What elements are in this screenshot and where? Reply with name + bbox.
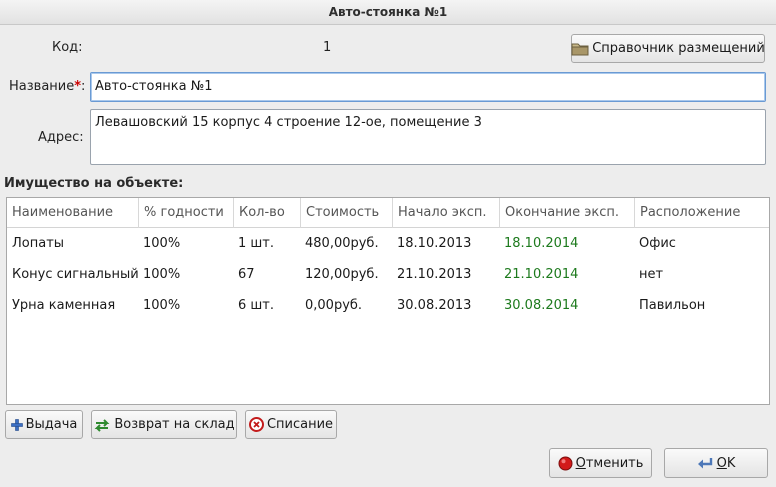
cancel-button[interactable]: Отменить	[549, 448, 652, 478]
cell-start-date: 30.08.2013	[397, 298, 472, 313]
cell-location: нет	[639, 267, 664, 282]
window-title: Авто-стоянка №1	[0, 0, 776, 25]
issue-button-label: Выдача	[25, 417, 78, 432]
cell-condition: 100%	[143, 298, 181, 313]
column-header[interactable]: Кол-во	[233, 198, 300, 228]
return-arrows-icon	[93, 418, 111, 432]
ok-button-label: ОK	[717, 456, 736, 471]
cell-end-date: 21.10.2014	[504, 267, 579, 282]
column-header[interactable]: Наименование	[7, 198, 138, 228]
cell-start-date: 21.10.2013	[397, 267, 472, 282]
cell-quantity: 1 шт.	[238, 236, 275, 251]
cell-location: Павильон	[639, 298, 706, 313]
directory-button[interactable]: Справочник размещений	[571, 34, 765, 63]
name-label-colon: :	[81, 79, 86, 94]
issue-button[interactable]: Выдача	[5, 410, 83, 439]
cell-cost: 480,00руб.	[305, 236, 379, 251]
table-row[interactable]: Урна каменная 100% 6 шт. 0,00руб. 30.08.…	[7, 290, 769, 321]
write-off-button-label: Списание	[266, 417, 334, 432]
stop-icon	[558, 456, 573, 471]
cell-quantity: 6 шт.	[238, 298, 275, 313]
directory-button-label: Справочник размещений	[592, 41, 765, 56]
cell-cost: 0,00руб.	[305, 298, 363, 313]
column-header[interactable]: % годности	[138, 198, 233, 228]
ok-button[interactable]: ОK	[664, 448, 768, 478]
address-label: Адрес:	[38, 130, 84, 145]
cancel-button-label: Отменить	[576, 456, 644, 471]
ok-mnemonic: О	[716, 455, 727, 471]
plus-icon	[10, 418, 23, 431]
return-to-warehouse-button[interactable]: Возврат на склад	[91, 410, 237, 439]
address-textarea-value: Левашовский 15 корпус 4 строение 12-ое, …	[95, 115, 482, 130]
property-section-title: Имущество на объекте:	[4, 176, 184, 191]
cell-condition: 100%	[143, 236, 181, 251]
cell-name: Лопаты	[12, 236, 65, 251]
cell-quantity: 67	[238, 267, 255, 282]
code-label: Код:	[52, 40, 83, 55]
table-row[interactable]: Лопаты 100% 1 шт. 480,00руб. 18.10.2013 …	[7, 228, 769, 259]
delete-circle-icon	[248, 417, 264, 432]
cell-end-date: 18.10.2014	[504, 236, 579, 251]
ok-label-rest: K	[726, 455, 736, 471]
cell-name: Урна каменная	[12, 298, 116, 313]
table-header: Наименование % годности Кол-во Стоимость…	[7, 198, 769, 228]
property-table[interactable]: Наименование % годности Кол-во Стоимость…	[6, 197, 770, 405]
dialog-window: Авто-стоянка №1 Код: 1 Справочник размещ…	[0, 0, 776, 487]
name-input[interactable]: Авто-стоянка №1	[90, 72, 766, 102]
return-button-label: Возврат на склад	[114, 417, 235, 432]
name-label: Название*:	[9, 79, 85, 94]
code-value: 1	[323, 40, 332, 55]
enter-arrow-icon	[697, 457, 714, 470]
name-input-value: Авто-стоянка №1	[95, 79, 213, 94]
column-header[interactable]: Стоимость	[300, 198, 392, 228]
cell-name: Конус сигнальный	[12, 267, 138, 282]
cancel-label-rest: тменить	[585, 455, 644, 471]
table-row[interactable]: Конус сигнальный 100% 67 120,00руб. 21.1…	[7, 259, 769, 290]
column-header[interactable]: Окончание эксп.	[499, 198, 634, 228]
write-off-button[interactable]: Списание	[245, 410, 337, 439]
name-label-text: Название	[9, 79, 75, 94]
cell-cost: 120,00руб.	[305, 267, 379, 282]
cell-condition: 100%	[143, 267, 181, 282]
cancel-mnemonic: О	[575, 455, 586, 471]
folder-icon	[571, 41, 589, 56]
cell-location: Офис	[639, 236, 676, 251]
column-header[interactable]: Расположение	[634, 198, 769, 228]
column-header[interactable]: Начало эксп.	[392, 198, 499, 228]
address-textarea[interactable]: Левашовский 15 корпус 4 строение 12-ое, …	[90, 109, 766, 165]
cell-end-date: 30.08.2014	[504, 298, 579, 313]
cell-start-date: 18.10.2013	[397, 236, 472, 251]
